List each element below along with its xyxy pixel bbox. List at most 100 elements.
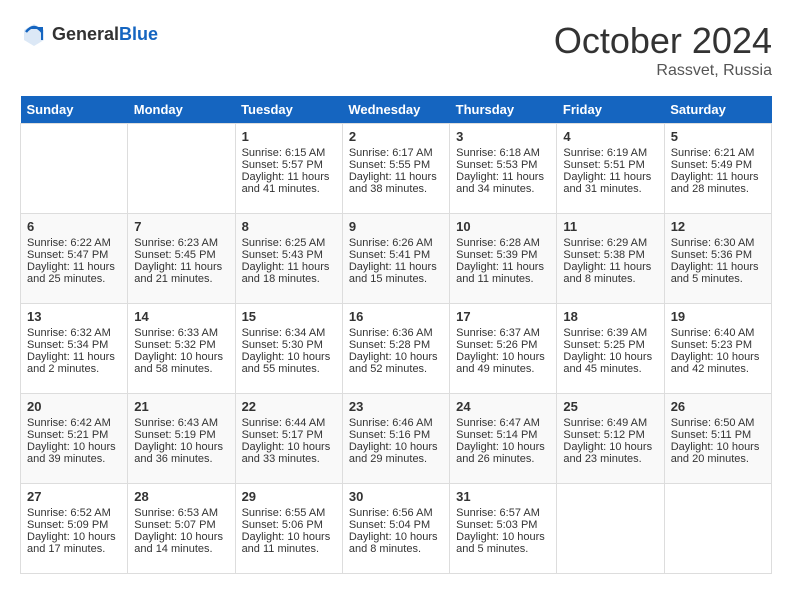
sunrise-text: Sunrise: 6:34 AM (242, 327, 336, 339)
daylight-text: Daylight: 10 hours and 14 minutes. (134, 531, 228, 555)
sunset-text: Sunset: 5:12 PM (563, 429, 657, 441)
calendar-table: SundayMondayTuesdayWednesdayThursdayFrid… (20, 96, 772, 574)
calendar-cell: 27Sunrise: 6:52 AMSunset: 5:09 PMDayligh… (21, 484, 128, 574)
day-number: 2 (349, 129, 443, 144)
calendar-cell: 28Sunrise: 6:53 AMSunset: 5:07 PMDayligh… (128, 484, 235, 574)
sunrise-text: Sunrise: 6:22 AM (27, 237, 121, 249)
sunrise-text: Sunrise: 6:56 AM (349, 507, 443, 519)
week-row-3: 13Sunrise: 6:32 AMSunset: 5:34 PMDayligh… (21, 304, 772, 394)
sunrise-text: Sunrise: 6:36 AM (349, 327, 443, 339)
sunrise-text: Sunrise: 6:21 AM (671, 147, 765, 159)
sunrise-text: Sunrise: 6:42 AM (27, 417, 121, 429)
day-header-tuesday: Tuesday (235, 96, 342, 124)
sunrise-text: Sunrise: 6:17 AM (349, 147, 443, 159)
sunrise-text: Sunrise: 6:25 AM (242, 237, 336, 249)
day-number: 8 (242, 219, 336, 234)
daylight-text: Daylight: 10 hours and 52 minutes. (349, 351, 443, 375)
sunrise-text: Sunrise: 6:32 AM (27, 327, 121, 339)
calendar-cell: 17Sunrise: 6:37 AMSunset: 5:26 PMDayligh… (450, 304, 557, 394)
week-row-4: 20Sunrise: 6:42 AMSunset: 5:21 PMDayligh… (21, 394, 772, 484)
daylight-text: Daylight: 10 hours and 55 minutes. (242, 351, 336, 375)
day-number: 6 (27, 219, 121, 234)
sunrise-text: Sunrise: 6:23 AM (134, 237, 228, 249)
day-number: 23 (349, 399, 443, 414)
sunrise-text: Sunrise: 6:40 AM (671, 327, 765, 339)
day-number: 14 (134, 309, 228, 324)
sunrise-text: Sunrise: 6:44 AM (242, 417, 336, 429)
calendar-cell: 23Sunrise: 6:46 AMSunset: 5:16 PMDayligh… (342, 394, 449, 484)
daylight-text: Daylight: 10 hours and 11 minutes. (242, 531, 336, 555)
sunset-text: Sunset: 5:28 PM (349, 339, 443, 351)
sunset-text: Sunset: 5:16 PM (349, 429, 443, 441)
sunset-text: Sunset: 5:09 PM (27, 519, 121, 531)
logo-text-general: General (52, 24, 119, 44)
day-number: 5 (671, 129, 765, 144)
calendar-cell: 10Sunrise: 6:28 AMSunset: 5:39 PMDayligh… (450, 214, 557, 304)
sunrise-text: Sunrise: 6:26 AM (349, 237, 443, 249)
calendar-cell: 11Sunrise: 6:29 AMSunset: 5:38 PMDayligh… (557, 214, 664, 304)
day-number: 30 (349, 489, 443, 504)
sunset-text: Sunset: 5:14 PM (456, 429, 550, 441)
calendar-cell: 29Sunrise: 6:55 AMSunset: 5:06 PMDayligh… (235, 484, 342, 574)
sunset-text: Sunset: 5:04 PM (349, 519, 443, 531)
sunrise-text: Sunrise: 6:37 AM (456, 327, 550, 339)
sunset-text: Sunset: 5:39 PM (456, 249, 550, 261)
calendar-cell: 2 Sunrise: 6:17 AMSunset: 5:55 PMDaylight… (342, 124, 449, 214)
calendar-cell: 5Sunrise: 6:21 AMSunset: 5:49 PMDaylight… (664, 124, 771, 214)
day-header-sunday: Sunday (21, 96, 128, 124)
calendar-cell (664, 484, 771, 574)
daylight-text: Daylight: 10 hours and 49 minutes. (456, 351, 550, 375)
sunset-text: Sunset: 5:26 PM (456, 339, 550, 351)
day-number: 22 (242, 399, 336, 414)
title-block: October 2024 Rassvet, Russia (554, 20, 772, 80)
day-number: 26 (671, 399, 765, 414)
day-number: 12 (671, 219, 765, 234)
daylight-text: Daylight: 11 hours and 18 minutes. (242, 261, 336, 285)
calendar-cell (128, 124, 235, 214)
day-number: 28 (134, 489, 228, 504)
sunrise-text: Sunrise: 6:50 AM (671, 417, 765, 429)
day-header-saturday: Saturday (664, 96, 771, 124)
daylight-text: Daylight: 10 hours and 8 minutes. (349, 531, 443, 555)
daylight-text: Daylight: 10 hours and 33 minutes. (242, 441, 336, 465)
calendar-cell: 6Sunrise: 6:22 AMSunset: 5:47 PMDaylight… (21, 214, 128, 304)
sunset-text: Sunset: 5:03 PM (456, 519, 550, 531)
sunrise-text: Sunrise: 6:57 AM (456, 507, 550, 519)
sunset-text: Sunset: 5:55 PM (349, 159, 443, 171)
day-number: 16 (349, 309, 443, 324)
month-title: October 2024 (554, 20, 772, 62)
daylight-text: Daylight: 10 hours and 17 minutes. (27, 531, 121, 555)
calendar-cell: 31Sunrise: 6:57 AMSunset: 5:03 PMDayligh… (450, 484, 557, 574)
sunset-text: Sunset: 5:57 PM (242, 159, 336, 171)
sunset-text: Sunset: 5:49 PM (671, 159, 765, 171)
sunrise-text: Sunrise: 6:47 AM (456, 417, 550, 429)
sunset-text: Sunset: 5:06 PM (242, 519, 336, 531)
sunset-text: Sunset: 5:30 PM (242, 339, 336, 351)
location: Rassvet, Russia (554, 62, 772, 80)
sunset-text: Sunset: 5:23 PM (671, 339, 765, 351)
sunset-text: Sunset: 5:17 PM (242, 429, 336, 441)
logo-icon (20, 20, 48, 48)
daylight-text: Daylight: 11 hours and 38 minutes. (349, 171, 443, 195)
calendar-cell (557, 484, 664, 574)
daylight-text: Daylight: 10 hours and 5 minutes. (456, 531, 550, 555)
daylight-text: Daylight: 11 hours and 21 minutes. (134, 261, 228, 285)
calendar-cell: 4Sunrise: 6:19 AMSunset: 5:51 PMDaylight… (557, 124, 664, 214)
day-number: 9 (349, 219, 443, 234)
sunset-text: Sunset: 5:32 PM (134, 339, 228, 351)
sunset-text: Sunset: 5:45 PM (134, 249, 228, 261)
daylight-text: Daylight: 11 hours and 5 minutes. (671, 261, 765, 285)
sunrise-text: Sunrise: 6:19 AM (563, 147, 657, 159)
sunrise-text: Sunrise: 6:43 AM (134, 417, 228, 429)
page-header: GeneralBlue October 2024 Rassvet, Russia (20, 20, 772, 80)
daylight-text: Daylight: 10 hours and 20 minutes. (671, 441, 765, 465)
sunset-text: Sunset: 5:34 PM (27, 339, 121, 351)
sunset-text: Sunset: 5:47 PM (27, 249, 121, 261)
daylight-text: Daylight: 11 hours and 2 minutes. (27, 351, 121, 375)
daylight-text: Daylight: 10 hours and 36 minutes. (134, 441, 228, 465)
day-header-friday: Friday (557, 96, 664, 124)
sunrise-text: Sunrise: 6:46 AM (349, 417, 443, 429)
day-number: 10 (456, 219, 550, 234)
day-number: 20 (27, 399, 121, 414)
day-header-wednesday: Wednesday (342, 96, 449, 124)
